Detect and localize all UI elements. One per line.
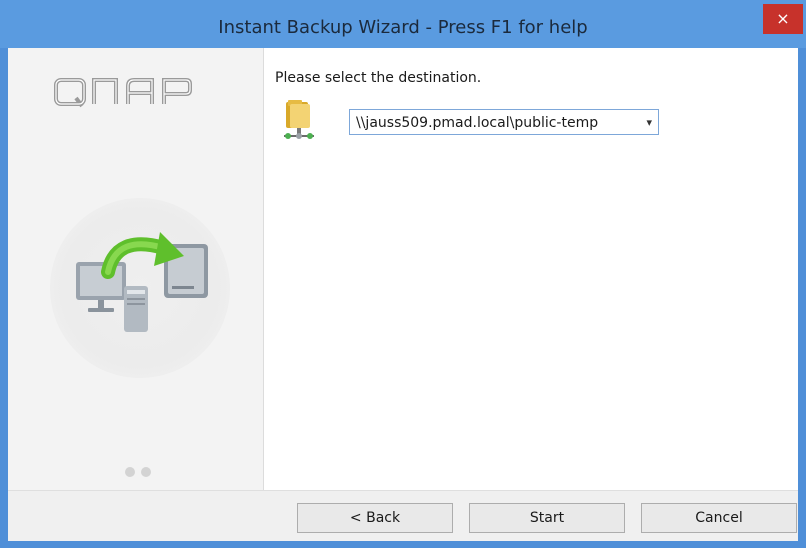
title-bar[interactable]: Instant Backup Wizard - Press F1 for hel… <box>0 0 806 48</box>
page-dot-2 <box>141 467 151 477</box>
content-panel: Please select the destination. \\jauss50… <box>264 48 798 490</box>
window-title: Instant Backup Wizard - Press F1 for hel… <box>218 17 588 38</box>
wizard-body: Please select the destination. \\jauss50… <box>8 48 798 541</box>
destination-value: \\jauss509.pmad.local\public-temp <box>356 115 599 131</box>
close-button[interactable]: × <box>763 4 803 34</box>
close-icon: × <box>776 9 790 28</box>
destination-dropdown[interactable]: \\jauss509.pmad.local\public-temp ▾ <box>349 109 659 135</box>
qnap-logo-icon <box>54 78 192 108</box>
page-dot-1 <box>125 467 135 477</box>
network-folder-icon <box>280 98 320 146</box>
start-button[interactable]: Start <box>469 503 625 533</box>
backup-illustration-icon <box>72 228 212 342</box>
chevron-down-icon[interactable]: ▾ <box>646 110 652 136</box>
cancel-button[interactable]: Cancel <box>641 503 797 533</box>
back-button[interactable]: < Back <box>297 503 453 533</box>
sidebar-panel <box>8 48 264 490</box>
destination-prompt: Please select the destination. <box>275 70 482 86</box>
wizard-window: Instant Backup Wizard - Press F1 for hel… <box>0 0 806 548</box>
page-indicator <box>125 462 157 481</box>
button-bar: < Back Start Cancel <box>8 490 798 541</box>
qnap-logo <box>52 76 202 114</box>
